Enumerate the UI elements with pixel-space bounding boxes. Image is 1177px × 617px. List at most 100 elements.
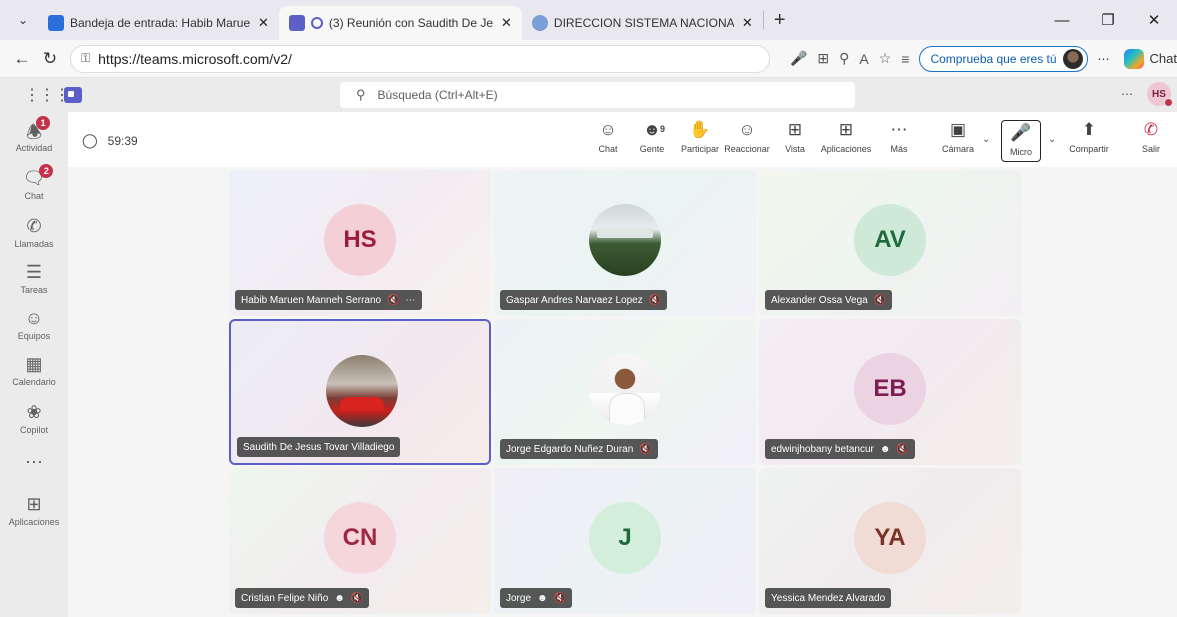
participant-photo [326, 355, 398, 427]
close-icon[interactable]: ✕ [742, 15, 753, 31]
participant-tile[interactable]: EB edwinjhobany betancur ☻ 🔇 [759, 319, 1021, 465]
tab-title: Bandeja de entrada: Habib Maruen [70, 16, 250, 30]
rail-item-copilot[interactable]: ❀ Copilot [0, 402, 68, 435]
rail-label: Copilot [19, 425, 48, 435]
participant-name: Jorge Edgardo Nuñez Duran [506, 443, 634, 455]
rail-label: Actividad [15, 143, 53, 153]
more-label: Más [890, 144, 908, 154]
participant-tile[interactable]: HS Habib Maruen Manneh Serrano 🔇 ⋯ [229, 170, 491, 316]
mic-muted-icon: 🔇 [387, 294, 400, 306]
people-button[interactable]: ☻ 9 Gente [636, 120, 668, 162]
participant-tile[interactable]: YA Yessica Mendez Alvarado [759, 468, 1021, 614]
rail-item-actividad[interactable]: 🕭 1 Actividad [0, 116, 68, 153]
participant-name-tag: Alexander Ossa Vega 🔇 [765, 290, 893, 310]
share-button[interactable]: ⬆ Compartir [1063, 120, 1115, 162]
chevron-down-icon: ⌄ [17, 13, 29, 27]
rail-label: Calendario [12, 377, 56, 387]
participant-name-tag: Jorge Edgardo Nuñez Duran 🔇 [500, 439, 658, 459]
user-avatar[interactable]: HS [1147, 82, 1173, 107]
read-aloud-icon[interactable]: A [859, 51, 868, 67]
participant-tile-speaking[interactable]: Saudith De Jesus Tovar Villadiego [229, 319, 491, 465]
participant-tile[interactable]: AV Alexander Ossa Vega 🔇 [759, 170, 1021, 316]
window-controls: — ❐ ✕ [1039, 0, 1177, 40]
copilot-chat-button[interactable]: Chat [1123, 48, 1177, 69]
participant-name: Cristian Felipe Niño [241, 592, 329, 604]
minimize-icon[interactable]: — [1039, 12, 1085, 29]
participant-photo [589, 204, 661, 276]
favorite-star-icon[interactable]: ☆ [879, 50, 892, 67]
search-input[interactable]: ⚲ Búsqueda (Ctrl+Alt+E) [340, 82, 855, 108]
participant-more-icon[interactable]: ⋯ [406, 295, 416, 306]
browser-tab-direccion[interactable]: DIRECCION SISTEMA NACIONAL D ✕ [522, 6, 763, 40]
participant-tile[interactable]: Gaspar Andres Narvaez Lopez 🔇 [494, 170, 756, 316]
participant-name: Saudith De Jesus Tovar Villadiego [243, 441, 395, 453]
microphone-button[interactable]: 🎤 Micro [1001, 120, 1041, 162]
participant-name-tag: Jorge ☻ 🔇 [500, 588, 572, 608]
raise-hand-button[interactable]: ✋ Participar [678, 120, 722, 162]
chat-icon: ☺ [599, 120, 617, 139]
react-button[interactable]: ☺ Reaccionar [724, 120, 770, 162]
external-user-icon: ☻ [537, 592, 548, 604]
participant-name-tag: Habib Maruen Manneh Serrano 🔇 ⋯ [235, 290, 422, 310]
rail-item-calendario[interactable]: ▦ Calendario [0, 354, 68, 387]
mic-label: Micro [1010, 147, 1032, 157]
rail-item-tareas[interactable]: ☰ Tareas [0, 262, 68, 295]
participant-avatar: EB [854, 353, 926, 425]
participant-name: edwinjhobany betancur [771, 443, 874, 455]
restore-icon[interactable]: ❐ [1085, 11, 1131, 29]
camera-button[interactable]: ▣ Cámara [940, 120, 976, 162]
new-tab-icon[interactable]: + [774, 9, 786, 32]
rail-item-chat[interactable]: 🗨 2 Chat [0, 164, 68, 201]
url-input[interactable]: ⚿ https://teams.microsoft.com/v2/ [70, 44, 770, 73]
tab-actions-menu[interactable]: ⌄ [8, 7, 38, 33]
browser-tab-mail[interactable]: Bandeja de entrada: Habib Maruen ✕ [38, 6, 279, 40]
participant-tile[interactable]: J Jorge ☻ 🔇 [494, 468, 756, 614]
microphone-icon[interactable]: 🎤 [790, 50, 807, 67]
participant-name: Yessica Mendez Alvarado [771, 592, 886, 604]
rail-label: Aplicaciones [8, 517, 60, 527]
meeting-toolbar: ◯ 59:39 ☺ Chat ☻ 9 Gente ✋ Participar ☺ … [68, 112, 1177, 167]
lock-icon: ⚿ [81, 51, 91, 65]
participant-name-tag: Cristian Felipe Niño ☻ 🔇 [235, 588, 370, 608]
participant-tile[interactable]: CN Cristian Felipe Niño ☻ 🔇 [229, 468, 491, 614]
view-label: Vista [785, 144, 805, 154]
more-icon: ⋯ [890, 120, 908, 139]
close-icon[interactable]: ✕ [501, 15, 512, 31]
hand-icon: ✋ [689, 120, 711, 139]
rail-item-equipos[interactable]: ☺ Equipos [0, 308, 68, 341]
share-label: Compartir [1069, 144, 1109, 154]
back-icon[interactable]: ← [8, 49, 36, 69]
more-button[interactable]: ⋯ Más [886, 120, 912, 162]
zoom-icon[interactable]: ⚲ [839, 50, 849, 67]
app-launcher-icon[interactable]: ⋮⋮⋮ [24, 85, 70, 105]
favorites-list-icon[interactable]: ≡ [901, 51, 909, 67]
grid-view-icon: ⊞ [787, 120, 803, 139]
calendar-icon: ▦ [25, 354, 43, 374]
mic-options-chevron-icon[interactable]: ⌄ [1048, 134, 1056, 145]
view-button[interactable]: ⊞ Vista [782, 120, 808, 162]
camera-options-chevron-icon[interactable]: ⌄ [982, 134, 990, 145]
rail-item-more[interactable]: ⋯ [0, 452, 68, 474]
notification-badge: 2 [39, 164, 54, 178]
participant-name: Habib Maruen Manneh Serrano [241, 294, 382, 306]
close-icon[interactable]: ✕ [258, 15, 269, 31]
close-window-icon[interactable]: ✕ [1131, 11, 1177, 29]
copilot-icon: ❀ [26, 402, 42, 422]
browser-more-icon[interactable]: ⋯ [1098, 52, 1110, 66]
participant-avatar: YA [854, 502, 926, 574]
refresh-icon[interactable]: ↻ [36, 49, 64, 69]
outlook-favicon-icon [48, 15, 64, 31]
participant-name-tag: Gaspar Andres Narvaez Lopez 🔇 [500, 290, 668, 310]
leave-button[interactable]: ✆ Salir [1136, 120, 1166, 162]
verify-identity-button[interactable]: Comprueba que eres tú [919, 45, 1088, 72]
settings-more-icon[interactable]: ⋯ [1121, 87, 1133, 101]
rail-item-aplicaciones[interactable]: ⊞ Aplicaciones [0, 494, 68, 527]
browser-tab-meeting[interactable]: (3) Reunión con Saudith De Je ✕ [278, 6, 522, 40]
rail-label: Tareas [20, 285, 48, 295]
apps-button[interactable]: ⊞ Aplicaciones [818, 120, 874, 162]
participant-tile[interactable]: Jorge Edgardo Nuñez Duran 🔇 [494, 319, 756, 465]
app-install-icon[interactable]: ⊞ [817, 50, 829, 67]
rail-item-llamadas[interactable]: ✆ Llamadas [0, 216, 68, 249]
external-user-icon: ☻ [334, 592, 345, 604]
chat-button[interactable]: ☺ Chat [595, 120, 621, 162]
